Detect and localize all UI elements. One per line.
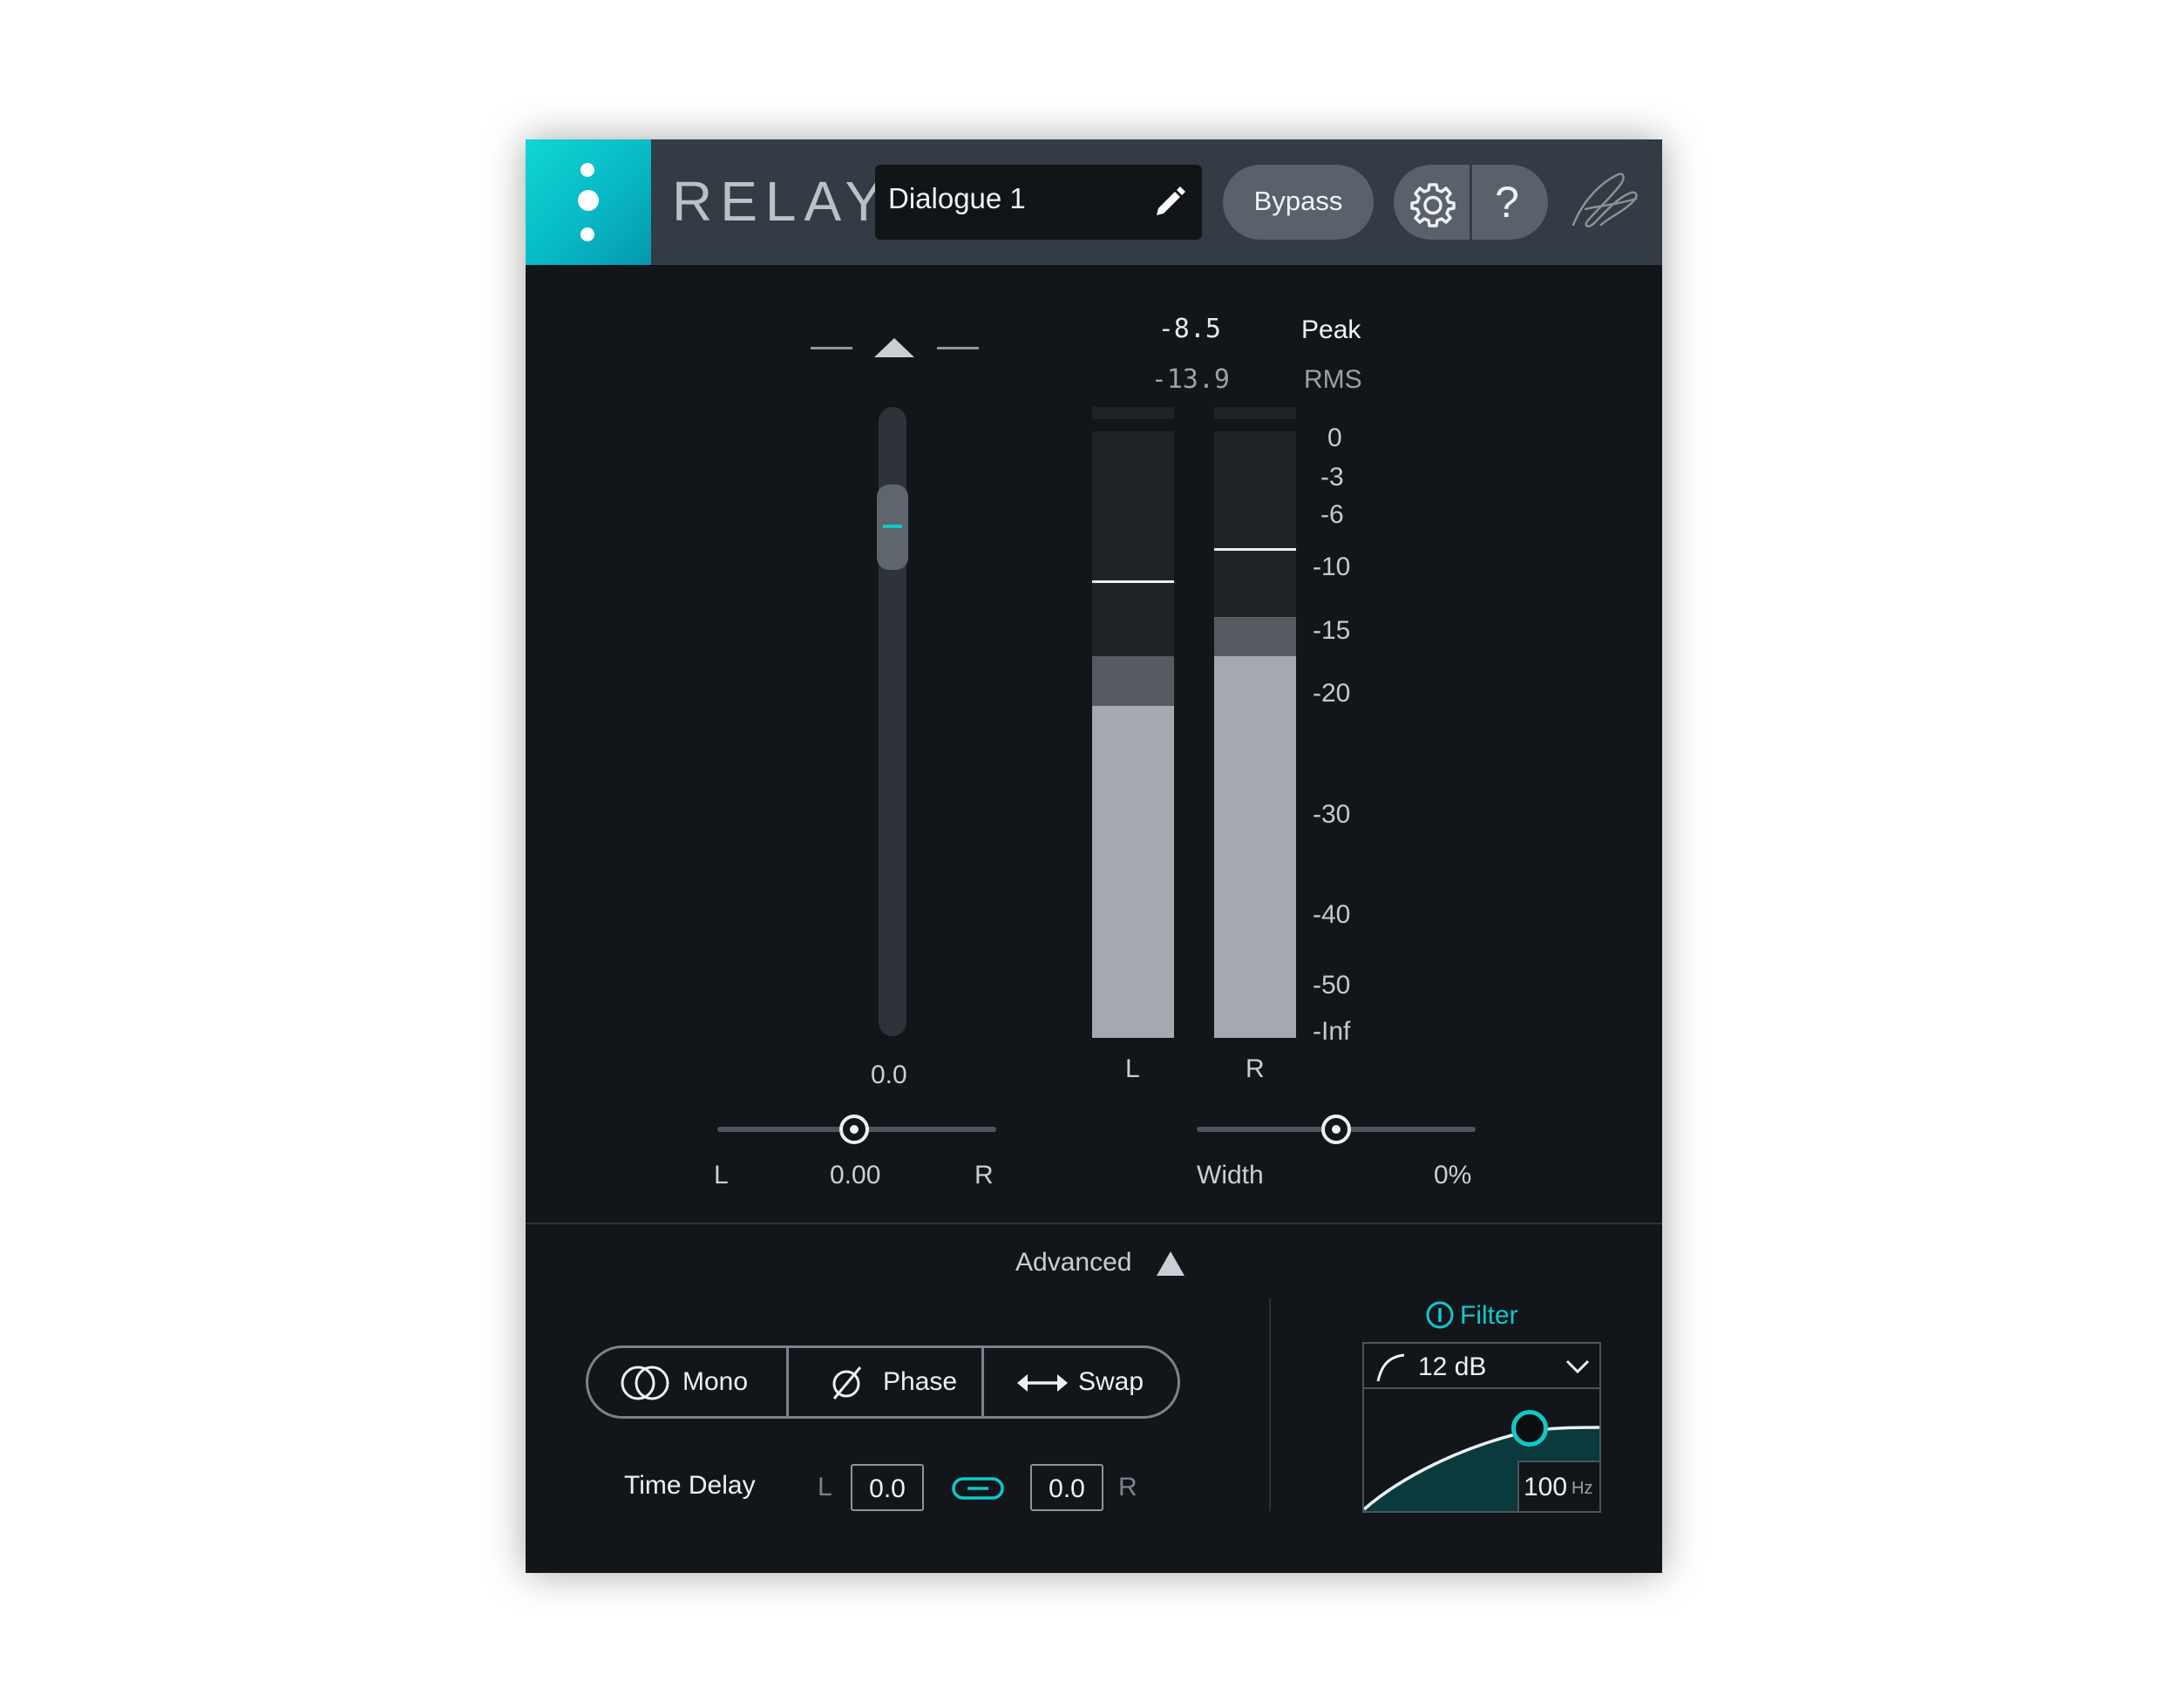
delay-right-value: 0.0 [1049, 1474, 1085, 1503]
rms-value: -13.9 [1151, 364, 1230, 395]
meter-scale-tick: 0 [1327, 424, 1342, 452]
meter-l-peak-hold [1092, 580, 1174, 583]
swap-button[interactable]: Swap [984, 1348, 1178, 1416]
filter-slope-value: 12 dB [1418, 1352, 1487, 1381]
help-icon: ? [1495, 178, 1519, 227]
swap-arrows-icon [1017, 1374, 1068, 1392]
meter-scale-tick: -Inf [1313, 1017, 1351, 1046]
peak-label: Peak [1301, 315, 1361, 344]
gain-fader-indicator [883, 525, 902, 528]
main-menu-button[interactable] [526, 139, 651, 265]
mono-button[interactable]: Mono [588, 1348, 786, 1416]
section-divider [526, 1223, 1662, 1224]
meter-scale-tick: -3 [1320, 463, 1344, 491]
app-title: RELAY [672, 170, 891, 233]
relay-plugin-window: RELAY Dialogue 1 Bypass ? 0.0 L 0.00 R -… [526, 139, 1662, 1573]
meter-r-level-fill [1214, 655, 1296, 1038]
advanced-label: Advanced [1015, 1248, 1132, 1277]
meter-scale-tick: -20 [1313, 679, 1351, 708]
filter-frequency-unit: Hz [1571, 1479, 1593, 1498]
gain-fader-handle[interactable] [877, 485, 908, 570]
triangle-up-icon [1157, 1251, 1185, 1276]
filter-label: Filter [1460, 1301, 1518, 1330]
delay-right-input[interactable]: 0.0 [1030, 1464, 1103, 1511]
advanced-toggle[interactable]: Advanced [1014, 1242, 1188, 1285]
meter-scale-tick: -40 [1313, 900, 1351, 929]
help-button[interactable]: ? [1472, 165, 1548, 240]
meter-scale-tick: -15 [1313, 616, 1351, 645]
bypass-label: Bypass [1253, 186, 1343, 216]
meter-scale-tick: -50 [1313, 971, 1351, 1000]
settings-help-group: ? [1394, 165, 1548, 240]
filter-graph[interactable]: 100 Hz [1362, 1387, 1601, 1513]
phase-icon [832, 1366, 862, 1400]
delay-left-label: L [818, 1473, 832, 1501]
phase-label: Phase [883, 1367, 958, 1396]
peak-value: -8.5 [1157, 314, 1221, 344]
meter-right-clip [1214, 407, 1296, 419]
width-label: Width [1197, 1161, 1264, 1190]
channel-ops-group: Mono Phase Swap [586, 1345, 1180, 1419]
filter-toggle[interactable]: Filter [1425, 1297, 1565, 1333]
filter-slope-dropdown[interactable]: 12 dB [1362, 1342, 1601, 1389]
menu-dots-icon [526, 139, 651, 265]
gain-reset-marker[interactable] [806, 331, 981, 366]
pan-right-label: R [974, 1161, 994, 1190]
triangle-up-icon [874, 338, 914, 357]
phase-button[interactable]: Phase [789, 1348, 981, 1416]
link-icon[interactable] [951, 1471, 1005, 1506]
preset-name-field[interactable]: Dialogue 1 [875, 165, 1202, 240]
meter-channel-left-label: L [1125, 1054, 1140, 1083]
width-slider-knob[interactable] [1321, 1115, 1351, 1144]
delay-left-value: 0.0 [869, 1474, 906, 1503]
filter-power-icon [1426, 1301, 1454, 1329]
bypass-button[interactable]: Bypass [1223, 165, 1374, 240]
rms-label: RMS [1304, 365, 1362, 394]
filter-frequency-box[interactable]: 100 Hz [1517, 1461, 1599, 1511]
swap-label: Swap [1078, 1367, 1144, 1396]
chevron-down-icon [1565, 1359, 1590, 1374]
preset-name-text: Dialogue 1 [888, 182, 1026, 214]
advanced-vertical-divider [1269, 1298, 1271, 1511]
mono-label: Mono [682, 1367, 749, 1396]
time-delay-label: Time Delay [624, 1471, 756, 1500]
gain-value: 0.0 [871, 1061, 907, 1089]
pan-value: 0.00 [830, 1161, 881, 1190]
filter-frequency-value: 100 [1524, 1473, 1568, 1501]
header-bar: RELAY Dialogue 1 Bypass ? [526, 139, 1662, 265]
filter-frequency-handle[interactable] [1511, 1410, 1548, 1447]
mono-rings-icon [621, 1366, 669, 1400]
pencil-icon[interactable] [1150, 184, 1188, 222]
meter-r-peak-hold [1214, 547, 1296, 551]
meter-l-level-fill [1092, 705, 1174, 1038]
delay-left-input[interactable]: 0.0 [851, 1464, 924, 1511]
width-value: 0% [1434, 1161, 1472, 1190]
meter-left-clip [1092, 407, 1174, 419]
pan-slider-knob[interactable] [839, 1115, 869, 1144]
meter-channel-right-label: R [1246, 1054, 1265, 1083]
settings-button[interactable] [1394, 165, 1470, 240]
meter-scale-tick: -10 [1313, 552, 1351, 581]
meter-scale-tick: -30 [1313, 800, 1351, 829]
gear-icon [1410, 183, 1456, 227]
pan-left-label: L [714, 1161, 729, 1190]
delay-right-label: R [1118, 1473, 1137, 1501]
filter-slope-icon [1376, 1353, 1405, 1382]
izotope-logo [1571, 173, 1638, 227]
meter-scale-tick: -6 [1320, 500, 1344, 529]
